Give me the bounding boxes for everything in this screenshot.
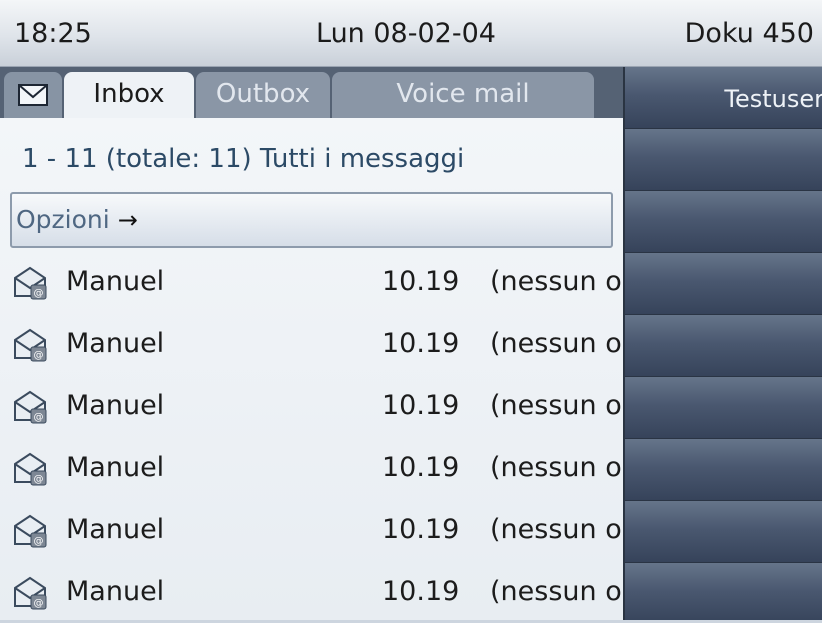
email-icon: @	[12, 390, 48, 424]
email-icon: @	[12, 452, 48, 486]
side-panel-key[interactable]	[625, 253, 822, 315]
message-sender: Manuel	[66, 266, 165, 297]
message-count-summary: 1 - 11 (totale: 11) Tutti i messaggi	[22, 144, 465, 174]
svg-text:@: @	[34, 288, 44, 299]
side-panel: Testuser	[623, 67, 822, 620]
message-row[interactable]: @ Manuel 10.19 (nessun o	[0, 562, 623, 623]
message-time: 10.19	[382, 390, 460, 421]
email-icon: @	[12, 266, 48, 300]
message-sender: Manuel	[66, 576, 165, 607]
email-icon: @	[12, 328, 48, 362]
email-icon: @	[12, 514, 48, 548]
side-panel-key[interactable]	[625, 377, 822, 439]
envelope-icon	[18, 84, 48, 106]
message-row[interactable]: @ Manuel 10.19 (nessun o	[0, 314, 623, 375]
tab-mail[interactable]	[4, 72, 62, 118]
svg-text:@: @	[34, 536, 44, 547]
svg-text:@: @	[34, 598, 44, 609]
side-panel-key[interactable]	[625, 439, 822, 501]
message-list-pane: 1 - 11 (totale: 11) Tutti i messaggi Opz…	[0, 118, 623, 620]
date-display: Lun 08-02-04	[316, 18, 496, 49]
side-panel-user-label: Testuser	[724, 85, 822, 113]
side-panel-key[interactable]	[625, 563, 822, 620]
message-time: 10.19	[382, 328, 460, 359]
message-subject: (nessun o	[490, 576, 622, 607]
side-panel-key[interactable]: Testuser	[625, 67, 822, 129]
message-row[interactable]: @ Manuel 10.19 (nessun o	[0, 438, 623, 499]
svg-text:@: @	[34, 474, 44, 485]
message-subject: (nessun o	[490, 266, 622, 297]
message-subject: (nessun o	[490, 390, 622, 421]
arrow-right-icon: →	[117, 206, 138, 234]
message-row[interactable]: @ Manuel 10.19 (nessun o	[0, 500, 623, 561]
message-sender: Manuel	[66, 452, 165, 483]
side-panel-key[interactable]	[625, 191, 822, 253]
tab-voice-mail[interactable]: Voice mail	[332, 72, 594, 118]
message-row[interactable]: @ Manuel 10.19 (nessun o	[0, 376, 623, 437]
status-bar: 18:25 Lun 08-02-04 Doku 450	[0, 0, 822, 67]
options-label: Opzioni	[16, 205, 110, 234]
email-icon: @	[12, 576, 48, 610]
message-time: 10.19	[382, 576, 460, 607]
device-name: Doku 450	[684, 18, 814, 49]
message-sender: Manuel	[66, 328, 165, 359]
message-time: 10.19	[382, 452, 460, 483]
message-sender: Manuel	[66, 390, 165, 421]
message-time: 10.19	[382, 514, 460, 545]
message-sender: Manuel	[66, 514, 165, 545]
message-time: 10.19	[382, 266, 460, 297]
tab-inbox[interactable]: Inbox	[64, 72, 194, 118]
tab-outbox[interactable]: Outbox	[196, 72, 330, 118]
message-subject: (nessun o	[490, 328, 622, 359]
message-row[interactable]: @ Manuel 10.19 (nessun o	[0, 252, 623, 313]
side-panel-key[interactable]	[625, 129, 822, 191]
message-subject: (nessun o	[490, 514, 622, 545]
side-panel-key[interactable]	[625, 501, 822, 563]
svg-text:@: @	[34, 412, 44, 423]
message-subject: (nessun o	[490, 452, 622, 483]
side-panel-key[interactable]	[625, 315, 822, 377]
options-button[interactable]: Opzioni →	[10, 192, 613, 248]
tab-bar: Inbox Outbox Voice mail	[0, 67, 623, 118]
clock: 18:25	[14, 18, 92, 49]
svg-text:@: @	[34, 350, 44, 361]
